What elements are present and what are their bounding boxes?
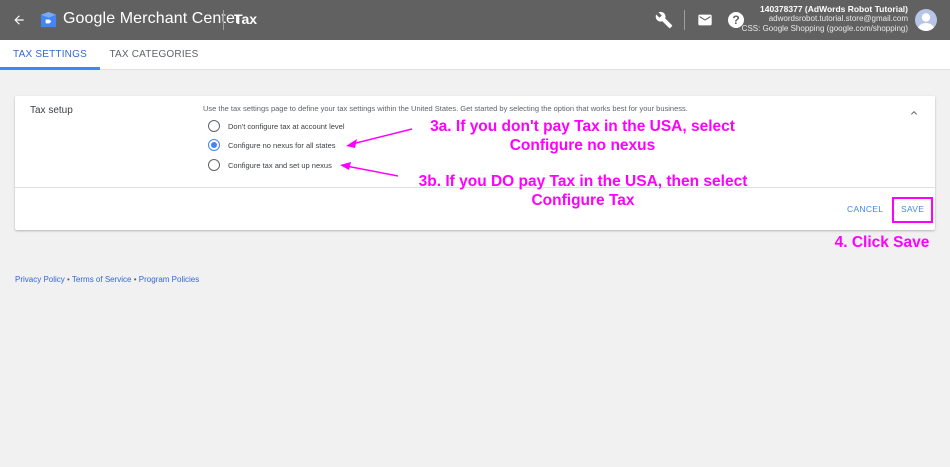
radio-button-selected[interactable] [208,139,220,151]
privacy-policy-link[interactable]: Privacy Policy [15,275,65,284]
wrench-icon [655,11,673,29]
avatar[interactable] [915,9,937,31]
radio-button[interactable] [208,159,220,171]
tab-tax-settings[interactable]: TAX SETTINGS [0,40,100,70]
arrow-left-icon [14,15,24,25]
terms-of-service-link[interactable]: Terms of Service [72,275,132,284]
mail-icon [698,14,712,26]
option-label: Configure no nexus for all states [228,140,336,150]
option-no-nexus[interactable]: Configure no nexus for all states [208,138,336,152]
tools-button[interactable] [655,11,673,29]
cancel-button[interactable]: CANCEL [847,204,883,214]
annotation-3b-line2: Configure Tax [531,192,635,209]
brand-name: Google Merchant Center [63,10,241,27]
footer-separator: • [67,275,70,284]
chevron-up-icon [911,111,917,115]
page-title: Tax [234,11,258,27]
annotation-3a-line2: Configure no nexus [509,137,656,154]
annotation-3a-line1: 3a. If you don't pay Tax in the USA, sel… [430,118,735,135]
footer-separator: • [133,275,137,284]
radio-button[interactable] [208,120,220,132]
annotation-3a: 3a. If you don't pay Tax in the USA, sel… [395,117,770,155]
option-label: Configure tax and set up nexus [228,160,332,170]
collapse-button[interactable] [908,106,920,118]
header-divider [223,10,224,30]
annotation-save: 4. Click Save [834,234,930,251]
account-name: 140378377 (AdWords Robot Tutorial) [760,4,908,14]
user-avatar-icon [918,13,934,31]
top-app-bar: Google Merchant Center Tax ? 140378377 (… [0,0,950,40]
annotation-arrows [340,128,413,177]
icon-divider [684,10,685,30]
tab-tax-categories[interactable]: TAX CATEGORIES [108,40,200,70]
back-button[interactable] [8,9,30,31]
tax-setup-description: Use the tax settings page to define your… [203,104,688,113]
annotation-3b-line1: 3b. If you DO pay Tax in the USA, then s… [418,173,748,190]
program-policies-link[interactable]: Program Policies [139,275,199,284]
tax-setup-label: Tax setup [30,105,73,116]
notifications-button[interactable] [697,12,713,28]
account-info[interactable]: 140378377 (AdWords Robot Tutorial) adwor… [742,4,908,34]
tab-bar: TAX SETTINGS TAX CATEGORIES [0,40,950,70]
account-css: CSS: Google Shopping (google.com/shoppin… [741,24,908,33]
annotation-3b: 3b. If you DO pay Tax in the USA, then s… [393,172,773,210]
merchant-center-logo-icon [40,11,57,28]
account-email: adwordsrobot.tutorial.store@gmail.com [768,14,908,23]
footer-links: Privacy Policy • Terms of Service • Prog… [15,275,199,284]
option-configure-nexus[interactable]: Configure tax and set up nexus [208,158,332,172]
option-label: Don't configure tax at account level [228,121,345,131]
active-tab-indicator [0,67,100,70]
option-dont-configure[interactable]: Don't configure tax at account level [208,119,345,133]
save-highlight-box [892,197,933,223]
